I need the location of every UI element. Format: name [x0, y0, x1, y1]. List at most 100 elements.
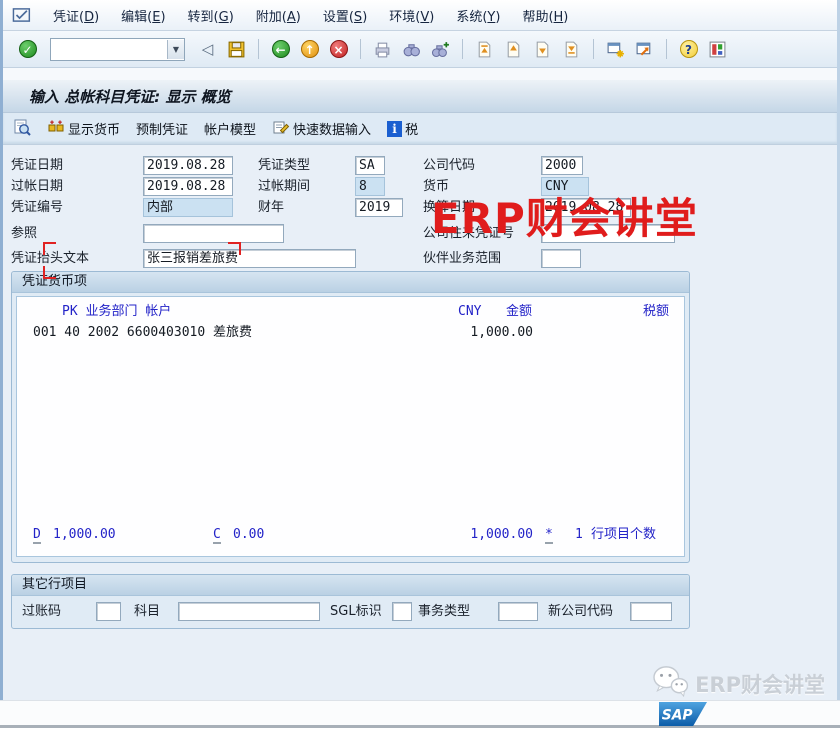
posting-key-field[interactable]: [96, 602, 121, 621]
partner-ba-field[interactable]: [541, 249, 581, 268]
display-currency-button-label: 显示货币: [68, 119, 120, 138]
svg-text:SAP: SAP: [662, 708, 693, 724]
posting-date-field[interactable]: 2019.08.28: [143, 177, 233, 196]
annotation-corner-tl: [43, 242, 56, 255]
doc-date-label: 凭证日期: [11, 156, 63, 175]
totals-credit-key: C: [213, 526, 221, 544]
account-model-button-label: 帐户模型: [204, 119, 256, 138]
menu-item-goto[interactable]: 转到(G): [178, 4, 244, 27]
table-header-key[interactable]: PK 业务部门 帐户: [62, 303, 171, 321]
totals-debit-key: D: [33, 526, 41, 544]
page-down-icon[interactable]: [530, 37, 555, 61]
trans-type-label: 事务类型: [418, 602, 470, 621]
back-icon[interactable]: ←: [268, 37, 293, 61]
command-input[interactable]: [51, 40, 167, 59]
doc-number-label: 凭证编号: [11, 198, 63, 217]
application-toolbar: 显示货币预制凭证帐户模型 快速数据输入 i税: [3, 113, 837, 145]
page-up-icon[interactable]: [501, 37, 526, 61]
table-row-item[interactable]: 001 40 2002 6600403010 差旅费: [33, 324, 252, 342]
overview-button[interactable]: [13, 118, 31, 140]
menu-item-settings[interactable]: 设置(S): [313, 4, 377, 27]
account-model-button[interactable]: 帐户模型: [204, 119, 256, 138]
tax-info-icon: i: [387, 121, 402, 137]
fast-entry-icon: [272, 118, 290, 140]
new-session-icon[interactable]: [603, 37, 628, 61]
sgl-indicator-label: SGL标识: [330, 602, 382, 621]
posting-key-label: 过账码: [22, 602, 61, 621]
sap-gui-window: 凭证(D)编辑(E)转到(G)附加(A)设置(S)环境(V)系统(Y)帮助(H)…: [0, 0, 840, 700]
toolbar-separator: [462, 39, 463, 59]
menu-item-document[interactable]: 凭证(D): [43, 4, 109, 27]
page-title: 输入 总帐科目凭证: 显示 概览: [29, 86, 231, 107]
menu-item-system[interactable]: 系统(Y): [446, 4, 510, 27]
display-currency-icon: [47, 118, 65, 140]
toolbar-separator: [593, 39, 594, 59]
help-icon[interactable]: ?: [676, 37, 701, 61]
company-code-field[interactable]: 2000: [541, 156, 583, 175]
table-header-amount[interactable]: 金额: [506, 303, 532, 321]
park-document-button-label: 预制凭证: [136, 119, 188, 138]
menu-item-extras[interactable]: 附加(A): [246, 4, 311, 27]
totals-debit: 1,000.00: [53, 526, 116, 544]
trans-type-field[interactable]: [498, 602, 538, 621]
print-icon[interactable]: [370, 37, 395, 61]
posting-period-field: 8: [355, 177, 385, 196]
sgl-indicator-field[interactable]: [392, 602, 412, 621]
menu-item-environment[interactable]: 环境(V): [379, 4, 444, 27]
exit-icon[interactable]: ↑: [297, 37, 322, 61]
screen-content: 凭证日期 2019.08.28 凭证类型 SA 公司代码 2000 过帐日期 2…: [3, 145, 837, 704]
tax-button-label: 税: [405, 119, 418, 138]
menu-bar: 凭证(D)编辑(E)转到(G)附加(A)设置(S)环境(V)系统(Y)帮助(H): [3, 0, 837, 31]
menu-item-edit[interactable]: 编辑(E): [111, 4, 175, 27]
posting-date-label: 过帐日期: [11, 177, 63, 196]
status-bar: SAP: [0, 700, 840, 728]
display-currency-button[interactable]: 显示货币: [47, 118, 120, 140]
new-company-code-label: 新公司代码: [548, 602, 613, 621]
collapse-icon[interactable]: ◁: [195, 37, 220, 61]
doc-type-field[interactable]: SA: [355, 156, 385, 175]
annotation-corner-tr: [228, 242, 241, 255]
brand-badge: ERP财会讲堂: [651, 665, 825, 702]
totals-count: 1: [575, 526, 583, 544]
line-items-groupbox: 凭证货币项 PK 业务部门 帐户 CNY 金额 税额 001 40 2002 6…: [11, 271, 690, 563]
fiscal-year-label: 财年: [258, 198, 284, 217]
find-icon[interactable]: [399, 37, 424, 61]
table-header-currency[interactable]: CNY: [458, 303, 481, 321]
command-field-wrap: ▼: [50, 38, 185, 61]
doc-date-field[interactable]: 2019.08.28: [143, 156, 233, 175]
table-row-amount[interactable]: 1,000.00: [377, 324, 533, 342]
header-text-field[interactable]: 张三报销差旅费: [143, 249, 356, 268]
tax-button[interactable]: i税: [387, 119, 418, 138]
account-field[interactable]: [178, 602, 320, 621]
find-next-icon[interactable]: [428, 37, 453, 61]
cancel-icon[interactable]: ×: [326, 37, 351, 61]
reference-field[interactable]: [143, 224, 284, 243]
toolbar-separator: [258, 39, 259, 59]
last-page-icon[interactable]: [559, 37, 584, 61]
other-items-groupbox: 其它行项目 过账码 科目 SGL标识 事务类型 新公司代码: [11, 574, 690, 629]
command-dropdown-icon[interactable]: ▼: [167, 40, 184, 59]
first-page-icon[interactable]: [472, 37, 497, 61]
system-menu-icon[interactable]: [11, 5, 33, 25]
overview-icon: [13, 118, 31, 140]
standard-toolbar: ✓ ▼ ◁ ←↑×?: [3, 31, 837, 68]
new-company-code-field[interactable]: [630, 602, 672, 621]
enter-icon[interactable]: ✓: [15, 37, 40, 61]
fast-data-entry-button-label: 快速数据输入: [293, 119, 371, 138]
sap-logo: SAP: [658, 702, 708, 730]
shortcut-icon[interactable]: [632, 37, 657, 61]
line-items-table: PK 业务部门 帐户 CNY 金额 税额 001 40 2002 6600403…: [16, 296, 685, 557]
save-icon[interactable]: [224, 37, 249, 61]
park-document-button[interactable]: 预制凭证: [136, 119, 188, 138]
menu-item-help[interactable]: 帮助(H): [512, 4, 578, 27]
customize-icon[interactable]: [705, 37, 730, 61]
doc-number-field: 内部: [143, 198, 233, 217]
doc-type-label: 凭证类型: [258, 156, 310, 175]
totals-count-label: 行项目个数: [591, 526, 656, 544]
fiscal-year-field[interactable]: 2019: [355, 198, 403, 217]
annotation-corner-bl: [43, 266, 56, 279]
totals-credit: 0.00: [233, 526, 264, 544]
table-header-tax[interactable]: 税额: [617, 303, 669, 321]
fast-data-entry-button[interactable]: 快速数据输入: [272, 118, 371, 140]
totals-star: *: [545, 526, 553, 544]
